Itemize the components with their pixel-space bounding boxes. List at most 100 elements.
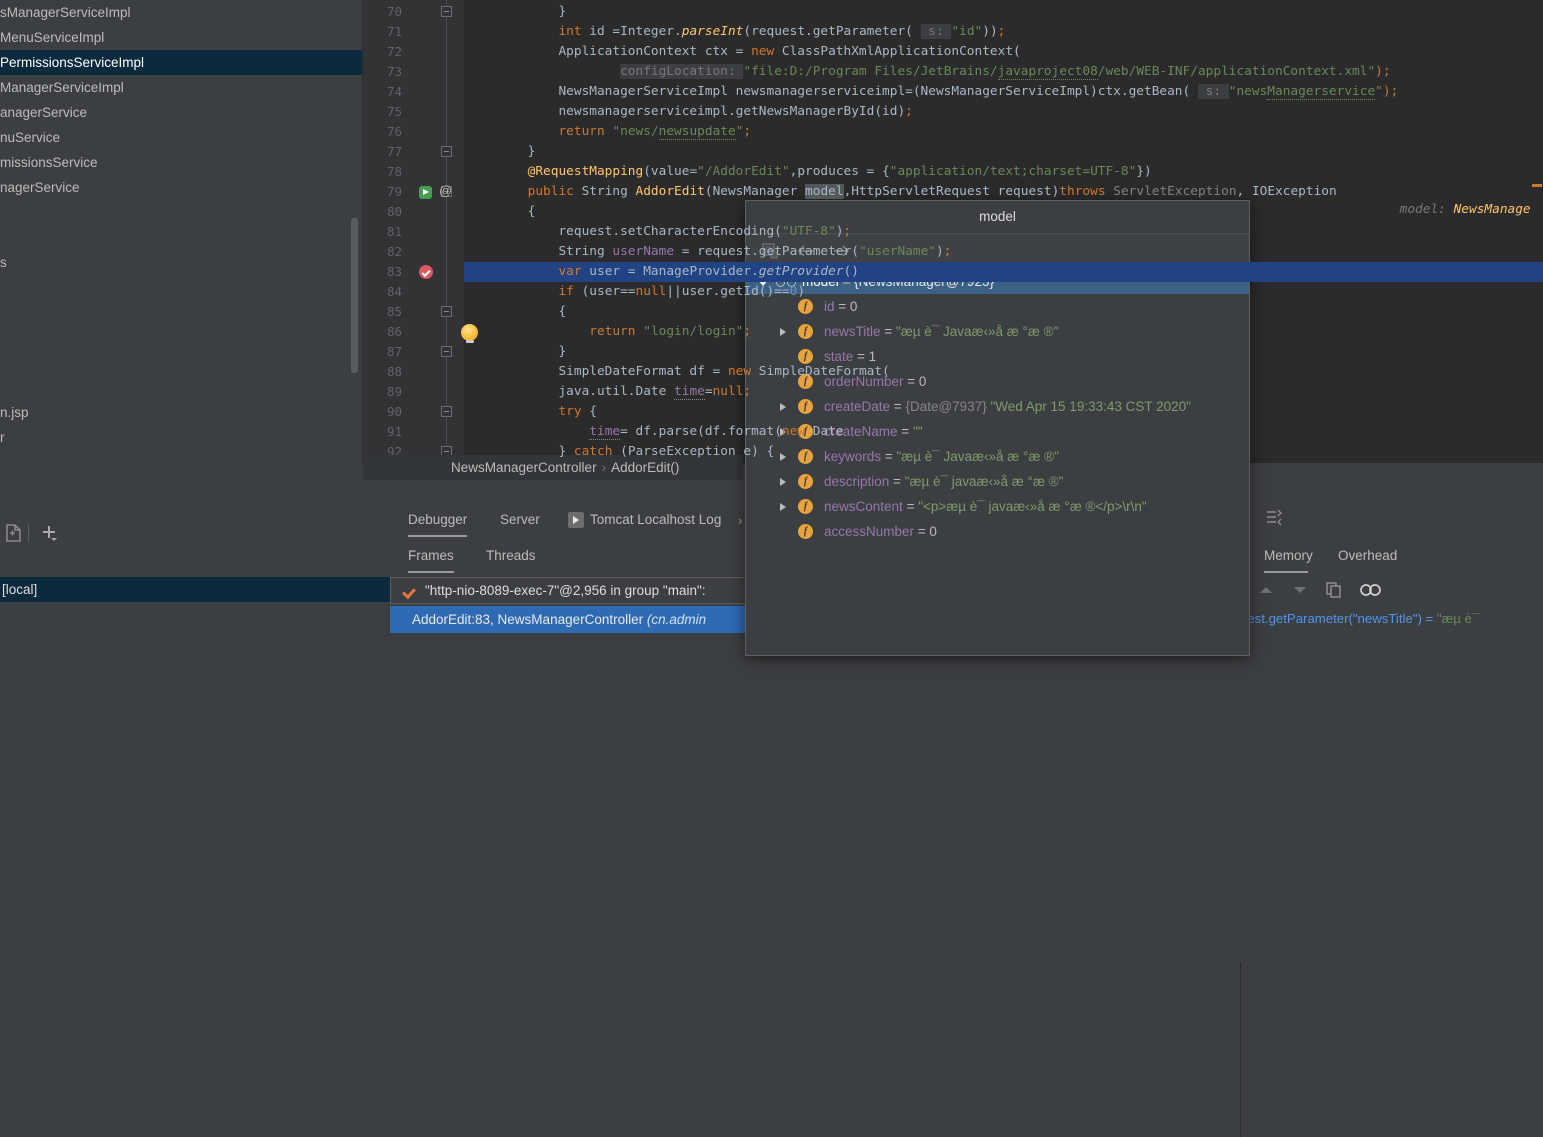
- watch-expression-row[interactable]: uest.getParameter("newsTitle") = "æµ è¯: [1240, 607, 1543, 631]
- subtab-threads[interactable]: Threads: [486, 539, 536, 573]
- variable-row[interactable]: f accessNumber = 0: [746, 519, 1249, 544]
- breakpoint-icon[interactable]: [419, 265, 433, 279]
- project-tree-item[interactable]: nagerService: [0, 175, 363, 200]
- code-line[interactable]: int id =Integer.parseInt(request.getPara…: [464, 22, 1543, 42]
- code-line[interactable]: NewsManagerServiceImpl newsmanagerservic…: [464, 82, 1543, 102]
- subtab-threads-label: Threads: [486, 548, 536, 563]
- oo-icon[interactable]: [1358, 580, 1381, 600]
- tab-debugger-label: Debugger: [408, 512, 468, 527]
- code-line[interactable]: ApplicationContext ctx = new ClassPathXm…: [464, 42, 1543, 62]
- code-line[interactable]: public String AddorEdit(NewsManager mode…: [464, 182, 1543, 202]
- tab-overhead[interactable]: Overhead: [1338, 539, 1397, 573]
- code-line[interactable]: request.setCharacterEncoding("UTF-8");: [464, 222, 1543, 242]
- variable-label: accessNumber = 0: [824, 519, 937, 544]
- project-tree-scrollbar[interactable]: [351, 218, 358, 373]
- code-line[interactable]: var user = ManageProvider.getProvider(): [464, 262, 1543, 282]
- variable-equals: =: [914, 524, 930, 539]
- code-line[interactable]: }: [464, 2, 1543, 22]
- code-line[interactable]: return "news/newsupdate";: [464, 122, 1543, 142]
- project-tree-item[interactable]: [0, 300, 363, 325]
- variable-row[interactable]: f newsContent = "<p>æµ è¯ javaæ‹»å æ °æ ®…: [746, 494, 1249, 519]
- variable-name: accessNumber: [824, 524, 915, 539]
- run-gutter-icon[interactable]: [419, 186, 432, 199]
- fold-marker[interactable]: [441, 306, 452, 317]
- code-line[interactable]: @RequestMapping(value="/AddorEdit",produ…: [464, 162, 1543, 182]
- code-line[interactable]: if (user==null||user.getId()==0): [464, 282, 1543, 302]
- code-line[interactable]: } catch (ParseException e) {: [464, 442, 1543, 462]
- project-tree-item-label: nagerService: [0, 180, 80, 195]
- project-tree-item[interactable]: n.jsp: [0, 400, 363, 425]
- line-number: 73: [386, 64, 402, 79]
- project-tree-item-label: s: [0, 255, 7, 270]
- variable-value: "æµ è¯ javaæ‹»å æ °æ ®": [904, 474, 1064, 489]
- code-line[interactable]: SimpleDateFormat df = new SimpleDateForm…: [464, 362, 1543, 382]
- variable-value: "<p>æµ è¯ javaæ‹»å æ °æ ®</p>\r\n": [918, 499, 1147, 514]
- variables-panel: Memory Overhead uest.getParameter("newsT…: [1240, 481, 1543, 656]
- project-tree-item[interactable]: sManagerServiceImpl: [0, 0, 363, 25]
- project-tree-item-label: missionsService: [0, 155, 98, 170]
- fold-marker[interactable]: [441, 6, 452, 17]
- editor-gutter[interactable]: 70 71 72 73 74 75 76 77 78 79 80 81 82 83 84 85 86 87 88 89…: [363, 0, 464, 463]
- code-line[interactable]: }: [464, 342, 1543, 362]
- copy-icon[interactable]: [1324, 580, 1344, 600]
- down-arrow-icon[interactable]: [1290, 580, 1310, 600]
- subtab-frames[interactable]: Frames: [408, 539, 454, 573]
- chevron-right-icon[interactable]: [780, 478, 786, 486]
- code-line[interactable]: java.util.Date time=null;: [464, 382, 1543, 402]
- code-line[interactable]: }: [464, 142, 1543, 162]
- code-lines: } int id =Integer.parseInt(request.getPa…: [464, 0, 1543, 463]
- bottom-left-panel: [local]: [0, 481, 390, 656]
- line-number: 85: [386, 304, 402, 319]
- project-tree-item[interactable]: [0, 325, 363, 350]
- project-tree-item-label: nuService: [0, 130, 61, 145]
- code-line[interactable]: String userName = request.getParameter("…: [464, 242, 1543, 262]
- code-line[interactable]: time= df.parse(df.format(new Date: [464, 422, 1543, 442]
- up-arrow-icon[interactable]: [1256, 580, 1276, 600]
- project-tree-item[interactable]: s: [0, 250, 363, 275]
- project-tree-item[interactable]: PermissionsServiceImpl: [0, 50, 363, 75]
- project-tree-item[interactable]: [0, 275, 363, 300]
- project-tree-panel[interactable]: sManagerServiceImpl MenuServiceImpl Permis…: [0, 0, 363, 463]
- project-tree-item[interactable]: missionsService: [0, 150, 363, 175]
- chevron-right-icon[interactable]: [780, 503, 786, 511]
- tab-memory[interactable]: Memory: [1264, 539, 1313, 573]
- project-tree-item[interactable]: nuService: [0, 125, 363, 150]
- project-tree-item[interactable]: [0, 200, 363, 225]
- code-line[interactable]: return "login/login";: [464, 322, 1543, 342]
- project-tree-item[interactable]: ManagerServiceImpl: [0, 75, 363, 100]
- code-line[interactable]: newsmanagerserviceimpl.getNewsManagerByI…: [464, 102, 1543, 122]
- filter-icon[interactable]: [1264, 507, 1284, 527]
- variable-row[interactable]: f description = "æµ è¯ javaæ‹»å æ °æ ®": [746, 469, 1249, 494]
- project-tree-item[interactable]: anagerService: [0, 100, 363, 125]
- code-line[interactable]: {: [464, 302, 1543, 322]
- tab-server[interactable]: Server: [500, 503, 540, 537]
- fold-marker[interactable]: [441, 346, 452, 357]
- code-text-area[interactable]: } int id =Integer.parseInt(request.getPa…: [464, 0, 1543, 463]
- project-tree-item[interactable]: MenuServiceImpl: [0, 25, 363, 50]
- tab-debugger[interactable]: Debugger: [408, 503, 468, 537]
- project-tree-item[interactable]: [0, 350, 363, 375]
- project-tree-item[interactable]: [0, 375, 363, 400]
- code-line[interactable]: try {: [464, 402, 1543, 422]
- variable-label: newsContent = "<p>æµ è¯ javaæ‹»å æ °æ ®<…: [824, 494, 1147, 519]
- tab-tomcat-localhost-log[interactable]: Tomcat Localhost Log: [590, 503, 721, 537]
- add-dropdown-icon[interactable]: [38, 521, 62, 545]
- fold-guide-line: [446, 0, 447, 463]
- local-row[interactable]: [local]: [0, 577, 390, 602]
- project-tree-item[interactable]: [0, 225, 363, 250]
- field-value-icon: f: [798, 474, 813, 489]
- tab-tomcat-label: Tomcat Localhost Log: [590, 512, 722, 527]
- annotation-at-icon[interactable]: @: [439, 183, 452, 198]
- tabs-overflow-chevron-icon[interactable]: ›: [738, 513, 742, 528]
- code-editor[interactable]: 70 71 72 73 74 75 76 77 78 79 80 81 82 83 84 85 86 87 88 89…: [363, 0, 1543, 463]
- intention-bulb-icon[interactable]: [461, 324, 478, 343]
- project-tree-item[interactable]: r: [0, 425, 363, 450]
- new-file-icon[interactable]: [2, 521, 26, 545]
- code-line[interactable]: configLocation: "file:D:/Program Files/J…: [464, 62, 1543, 82]
- code-line[interactable]: {: [464, 202, 1543, 222]
- line-number: 90: [386, 404, 402, 419]
- fold-marker[interactable]: [441, 406, 452, 417]
- line-number: 84: [386, 284, 402, 299]
- watch-toolbar: [1240, 573, 1543, 605]
- fold-marker[interactable]: [441, 146, 452, 157]
